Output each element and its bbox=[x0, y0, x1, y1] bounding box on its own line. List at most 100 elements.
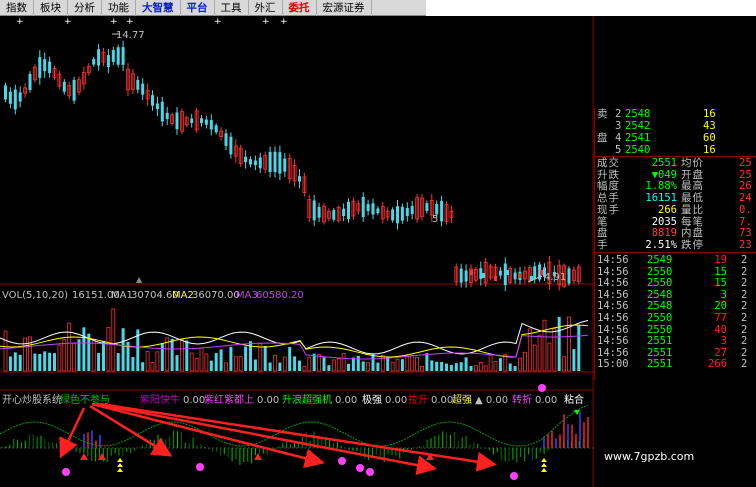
vol-ma3-value: 60580.20 bbox=[256, 290, 304, 301]
indicator-item: 紫阳快牛 0.00 bbox=[140, 395, 205, 407]
orderbook-side: 卖 bbox=[597, 108, 608, 120]
volume-bar bbox=[390, 361, 395, 372]
quote-v2: 73 bbox=[739, 227, 752, 240]
indicator-item: 绿色不参与 bbox=[60, 395, 113, 407]
volume-bar bbox=[430, 360, 434, 371]
indicator-item-value: 0.00 bbox=[335, 395, 358, 406]
chart-area[interactable]: + + + + + + + ▲ 14.77 4.91 5 VOL(5,10,20) 16151… bbox=[0, 16, 594, 487]
candle-body bbox=[513, 272, 517, 280]
volume-bar bbox=[57, 344, 62, 372]
candle-body bbox=[317, 207, 321, 218]
candle-body bbox=[4, 85, 7, 100]
tick-v: 77 bbox=[714, 312, 727, 324]
orderbook-vol: 16 bbox=[703, 108, 716, 120]
volume-bar bbox=[420, 365, 424, 372]
volume-bar bbox=[557, 316, 561, 371]
menu-item[interactable]: 指数 bbox=[0, 0, 34, 16]
candle-body bbox=[440, 200, 444, 222]
indicator-item: 拉升 0.00 bbox=[408, 395, 453, 407]
yellow-chevron-marker bbox=[117, 468, 123, 472]
candle-body bbox=[92, 58, 96, 65]
candle-body bbox=[28, 73, 32, 90]
volume-bar bbox=[145, 351, 150, 372]
tick-t: 14:56 bbox=[597, 277, 629, 290]
candle-body bbox=[479, 268, 483, 279]
menu-item[interactable]: 板块 bbox=[34, 0, 68, 16]
menu-item[interactable]: 平台 bbox=[181, 0, 215, 16]
tick-row: 14:56 2551 3 2 bbox=[595, 336, 756, 348]
candle-body bbox=[111, 50, 115, 62]
quote-l2: 内盘 bbox=[681, 227, 704, 240]
candle-body bbox=[376, 208, 380, 214]
volume-bar bbox=[175, 355, 179, 371]
volume-bar bbox=[179, 339, 184, 372]
trading-app-window: 指数 板块 分析 功能 大智慧 平台 工具 外汇 委托 宏源证券 + + + + + + + ▲ 14.77 4… bbox=[0, 0, 756, 487]
candle-body bbox=[470, 270, 473, 275]
quote-v2: 25 bbox=[739, 157, 752, 169]
tick-d: 2 bbox=[741, 277, 748, 290]
candle-body bbox=[567, 268, 571, 284]
candle-body bbox=[224, 133, 228, 146]
indicator-item-label: 升浪超强机 bbox=[282, 395, 332, 406]
orderbook-price: 2548 bbox=[625, 108, 651, 120]
candle-body bbox=[18, 92, 22, 102]
candle-body bbox=[464, 270, 468, 282]
tick-p: 2551 bbox=[647, 358, 673, 371]
menu-item[interactable]: 宏源证券 bbox=[317, 0, 372, 16]
volume-bar bbox=[155, 351, 160, 372]
watermark: www.7gpzb.com bbox=[604, 450, 695, 463]
candle-body bbox=[494, 276, 497, 281]
candlestick-chart[interactable]: + + + + + + + ▲ bbox=[0, 16, 594, 487]
quote-row: 总手 16151 最低 24 bbox=[595, 193, 756, 205]
candle-body bbox=[273, 151, 277, 173]
volume-bar bbox=[288, 347, 292, 371]
volume-bar bbox=[293, 356, 297, 371]
quote-l2: 跌停 bbox=[681, 238, 704, 251]
candle-body bbox=[165, 112, 169, 120]
menu-item[interactable]: 委托 bbox=[283, 0, 317, 16]
orderbook-side: 盘 bbox=[597, 132, 608, 144]
green-triangle-marker bbox=[574, 410, 580, 415]
volume-bar bbox=[28, 336, 32, 372]
tick-p: 2550 bbox=[647, 312, 673, 324]
menu-item[interactable]: 大智慧 bbox=[136, 0, 181, 16]
volume-bar bbox=[513, 366, 517, 371]
volume-bar bbox=[233, 356, 238, 372]
orderbook-row: 卖 2 2548 16 bbox=[595, 108, 756, 120]
candle-body bbox=[43, 59, 47, 72]
volume-bar bbox=[577, 325, 581, 371]
menu-item[interactable]: 功能 bbox=[102, 0, 136, 16]
volume-bar bbox=[547, 342, 552, 372]
volume-bar bbox=[478, 362, 483, 372]
magenta-dot-marker bbox=[356, 464, 364, 472]
candle-body bbox=[459, 268, 463, 283]
tick-t: 15:00 bbox=[597, 358, 629, 371]
volume-bar bbox=[464, 357, 468, 371]
candle-body bbox=[214, 125, 218, 133]
volume-bar bbox=[405, 355, 410, 372]
tick-t: 14:56 bbox=[597, 254, 629, 266]
candle-body bbox=[13, 89, 17, 110]
menu-item[interactable]: 工具 bbox=[215, 0, 249, 16]
volume-bar bbox=[38, 353, 42, 371]
indicator-item-value: 0.00 bbox=[385, 395, 408, 406]
candle-body bbox=[116, 47, 120, 65]
volume-bar bbox=[204, 353, 209, 372]
volume-bar bbox=[351, 357, 355, 371]
indicator-item-value: 0.00 bbox=[183, 395, 206, 406]
candle-body bbox=[396, 206, 399, 224]
candle-body bbox=[38, 56, 42, 78]
volume-bar bbox=[273, 354, 277, 372]
tick-row: 14:56 2549 19 2 bbox=[595, 254, 756, 267]
orderbook-price: 2542 bbox=[625, 120, 651, 132]
volume-bar bbox=[307, 356, 312, 372]
menu-item[interactable]: 分析 bbox=[68, 0, 102, 16]
candle-body bbox=[540, 270, 543, 275]
right-panel-bottom bbox=[594, 380, 756, 487]
volume-bar bbox=[366, 362, 371, 372]
menu-item[interactable]: 外汇 bbox=[249, 0, 283, 16]
volume-bar bbox=[282, 356, 287, 372]
yellow-chevron-marker bbox=[117, 463, 123, 467]
volume-bar bbox=[102, 341, 105, 371]
volume-bar bbox=[302, 366, 307, 372]
